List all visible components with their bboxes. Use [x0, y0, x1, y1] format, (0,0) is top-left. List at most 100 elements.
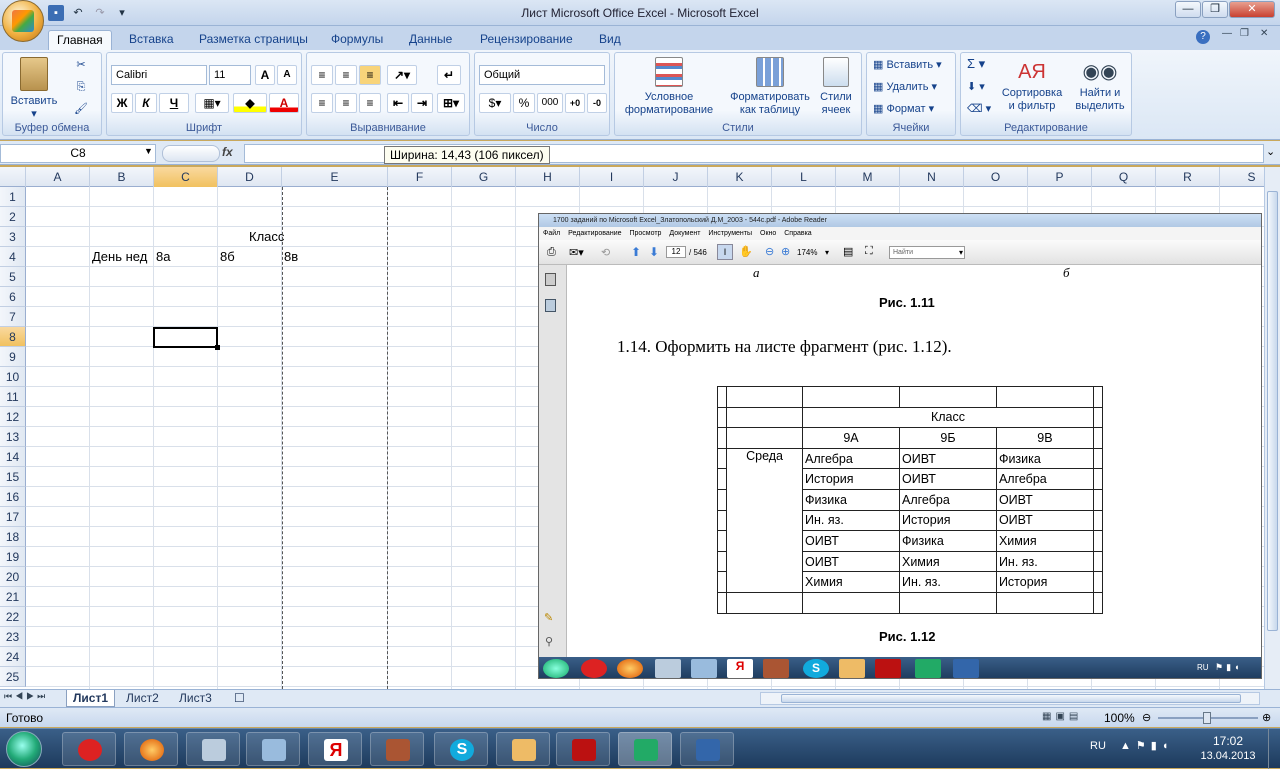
- reader-find-input[interactable]: Найти: [889, 246, 965, 259]
- fit-page-icon[interactable]: ▤: [843, 245, 853, 258]
- next-page-icon[interactable]: ⬇: [649, 245, 659, 259]
- select-all-button[interactable]: [0, 167, 26, 187]
- row-header-16[interactable]: 16: [0, 487, 26, 507]
- align-center-icon[interactable]: ≡: [335, 93, 357, 113]
- bookmarks-panel-icon[interactable]: [545, 299, 556, 312]
- inner-explorer-icon[interactable]: [839, 659, 865, 678]
- number-format-combo[interactable]: Общий: [479, 65, 605, 85]
- reader-zoom-combo[interactable]: 174%: [797, 248, 817, 257]
- name-box-dropdown-icon[interactable]: ▼: [144, 146, 153, 156]
- cell-b4[interactable]: День нед: [92, 247, 147, 267]
- inner-acrobat-icon[interactable]: [875, 659, 901, 678]
- row-header-7[interactable]: 7: [0, 307, 26, 327]
- minimize-button[interactable]: —: [1175, 1, 1201, 18]
- sheet-tab-3[interactable]: Лист3: [173, 690, 218, 707]
- row-header-23[interactable]: 23: [0, 627, 26, 647]
- inner-calc-icon[interactable]: [655, 659, 681, 678]
- hand-tool-icon[interactable]: ✋: [739, 245, 753, 258]
- tab-view[interactable]: Вид: [591, 30, 629, 50]
- row-header-11[interactable]: 11: [0, 387, 26, 407]
- align-middle-icon[interactable]: ≡: [335, 65, 357, 85]
- font-size-combo[interactable]: 11: [209, 65, 251, 85]
- ribbon-restore-icon[interactable]: ❐: [1240, 28, 1249, 39]
- active-cell-c8[interactable]: [153, 327, 220, 350]
- align-right-icon[interactable]: ≡: [359, 93, 381, 113]
- back-icon[interactable]: ⟲: [601, 246, 610, 259]
- tab-data[interactable]: Данные: [401, 30, 460, 50]
- reader-menu-tools[interactable]: Инструменты: [708, 230, 752, 237]
- inner-firefox-icon[interactable]: [617, 659, 643, 678]
- column-header-g[interactable]: G: [452, 167, 516, 187]
- decrease-decimal-icon[interactable]: -0: [587, 93, 607, 113]
- sort-filter-button[interactable]: АЯ Сортировка и фильтр: [993, 57, 1071, 113]
- zoom-slider-thumb[interactable]: [1203, 712, 1211, 724]
- column-header-c[interactable]: C: [154, 167, 218, 187]
- comments-icon[interactable]: ✎: [544, 611, 553, 624]
- tray-language[interactable]: RU: [1090, 740, 1106, 752]
- row-header-17[interactable]: 17: [0, 507, 26, 527]
- italic-button[interactable]: К: [135, 93, 157, 113]
- delete-cells-button[interactable]: ▦ Удалить ▾: [873, 81, 937, 94]
- row-header-15[interactable]: 15: [0, 467, 26, 487]
- borders-icon[interactable]: ▦▾: [195, 93, 229, 113]
- pages-panel-icon[interactable]: [545, 273, 556, 286]
- taskbar-skype[interactable]: S: [434, 732, 488, 766]
- sheet-tab-1[interactable]: Лист1: [66, 690, 116, 707]
- increase-decimal-icon[interactable]: +0: [565, 93, 585, 113]
- vertical-scrollbar[interactable]: [1264, 167, 1280, 689]
- sheet-nav-icon[interactable]: ⏮◀▶⏭: [4, 691, 48, 702]
- format-as-table-button[interactable]: Форматировать как таблицу: [723, 57, 817, 117]
- tab-insert[interactable]: Вставка: [121, 30, 182, 50]
- zoom-out-icon[interactable]: ⊖: [1142, 711, 1151, 724]
- find-dropdown-icon[interactable]: ▾: [959, 248, 963, 257]
- select-tool-icon[interactable]: I: [717, 244, 733, 260]
- inner-start-icon[interactable]: [543, 659, 569, 678]
- reader-menu-help[interactable]: Справка: [784, 230, 811, 237]
- inner-skype-icon[interactable]: S: [803, 659, 829, 678]
- tab-review[interactable]: Рецензирование: [472, 30, 581, 50]
- row-header-19[interactable]: 19: [0, 547, 26, 567]
- percent-button[interactable]: %: [513, 93, 535, 113]
- align-left-icon[interactable]: ≡: [311, 93, 333, 113]
- zoom-in-reader-icon[interactable]: ⊕: [781, 245, 790, 258]
- adobe-reader-window[interactable]: 1700 заданий по Microsoft Excel_Златопол…: [538, 213, 1262, 679]
- align-top-icon[interactable]: ≡: [311, 65, 333, 85]
- help-icon[interactable]: ?: [1196, 30, 1210, 44]
- taskbar-calculator[interactable]: [186, 732, 240, 766]
- tab-home[interactable]: Главная: [48, 30, 112, 50]
- view-buttons-icon[interactable]: ▦▣▤: [1042, 711, 1082, 722]
- autosum-icon[interactable]: Σ ▾: [967, 57, 985, 70]
- tab-page-layout[interactable]: Разметка страницы: [191, 30, 316, 50]
- sheet-tab-2[interactable]: Лист2: [120, 690, 165, 707]
- fullscreen-icon[interactable]: ⛶: [865, 245, 873, 258]
- row-header-4[interactable]: 4: [0, 247, 26, 267]
- taskbar-opera[interactable]: [62, 732, 116, 766]
- row-header-6[interactable]: 6: [0, 287, 26, 307]
- show-desktop-button[interactable]: [1268, 729, 1280, 769]
- tab-formulas[interactable]: Формулы: [323, 30, 391, 50]
- attachments-icon[interactable]: ⚲: [545, 635, 553, 648]
- taskbar-word[interactable]: [680, 732, 734, 766]
- row-header-1[interactable]: 1: [0, 187, 26, 207]
- row-header-12[interactable]: 12: [0, 407, 26, 427]
- row-header-25[interactable]: 25: [0, 667, 26, 687]
- format-painter-icon[interactable]: 🖌: [73, 103, 89, 116]
- wrap-text-icon[interactable]: ↵: [437, 65, 461, 85]
- zoom-out-reader-icon[interactable]: ⊖: [765, 245, 774, 258]
- decrease-indent-icon[interactable]: ⇤: [387, 93, 409, 113]
- taskbar-yandex[interactable]: Я: [308, 732, 362, 766]
- column-header-m[interactable]: M: [836, 167, 900, 187]
- cell-d3[interactable]: Класс: [249, 227, 284, 247]
- row-header-14[interactable]: 14: [0, 447, 26, 467]
- paste-button[interactable]: Вставить ▾: [9, 57, 59, 121]
- column-header-h[interactable]: H: [516, 167, 580, 187]
- underline-button[interactable]: Ч: [159, 93, 189, 113]
- row-header-2[interactable]: 2: [0, 207, 26, 227]
- row-header-24[interactable]: 24: [0, 647, 26, 667]
- fill-color-icon[interactable]: ◆: [233, 93, 267, 113]
- column-header-l[interactable]: L: [772, 167, 836, 187]
- copy-icon[interactable]: ⎘: [73, 81, 89, 94]
- print-icon[interactable]: ⎙: [547, 246, 556, 259]
- taskbar-mail[interactable]: [246, 732, 300, 766]
- taskbar-game[interactable]: [370, 732, 424, 766]
